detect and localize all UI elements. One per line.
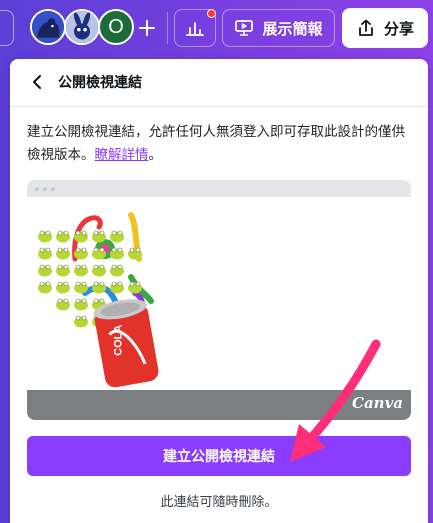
frog-eye bbox=[81, 315, 87, 321]
share-label: 分享 bbox=[383, 19, 414, 38]
frog-eye bbox=[75, 298, 81, 304]
frog-eye bbox=[93, 247, 99, 253]
frog-eye bbox=[111, 281, 117, 287]
notification-dot bbox=[207, 9, 216, 18]
frog-eye bbox=[57, 264, 63, 270]
plus-icon bbox=[139, 20, 155, 36]
present-button[interactable]: 展示簡報 bbox=[222, 9, 335, 47]
add-collaborator-button[interactable] bbox=[132, 13, 162, 43]
back-button[interactable] bbox=[24, 69, 50, 95]
avatar-rabbit[interactable] bbox=[64, 9, 100, 45]
panel-description: 建立公開檢視連結，允許任何人無須登入即可存取此設計的僅供檢視版本。瞭解詳情。 bbox=[27, 121, 415, 167]
frog-eye bbox=[75, 281, 81, 287]
preview-footer: Canva bbox=[27, 390, 411, 420]
create-public-link-button[interactable]: 建立公開檢視連結 bbox=[27, 436, 411, 476]
avatar-o-letter: O bbox=[108, 15, 124, 38]
topbar-separator bbox=[167, 12, 168, 44]
frog-eye bbox=[135, 281, 141, 287]
frog-eye bbox=[111, 264, 117, 270]
description-text: 建立公開檢視連結，允許任何人無須登入即可存取此設計的僅供檢視版本。 bbox=[27, 124, 405, 163]
frog-eye bbox=[99, 281, 105, 287]
frog-eye bbox=[57, 298, 63, 304]
frog-eye bbox=[63, 230, 69, 236]
bear-avatar-image bbox=[32, 11, 64, 43]
frog-eye bbox=[111, 230, 117, 236]
design-preview: COLA Canva bbox=[27, 180, 411, 420]
menu-edge-button[interactable] bbox=[0, 10, 14, 46]
browser-dot bbox=[35, 187, 39, 191]
frog-eye bbox=[75, 230, 81, 236]
frog-eye bbox=[45, 264, 51, 270]
frog-eye bbox=[93, 298, 99, 304]
preview-browser-bar bbox=[27, 180, 411, 197]
frog-eye bbox=[63, 264, 69, 270]
frog-eye bbox=[93, 230, 99, 236]
rabbit-avatar-image bbox=[66, 11, 98, 43]
frog-eye bbox=[39, 264, 45, 270]
frog-eye bbox=[45, 247, 51, 253]
frog-eye bbox=[81, 281, 87, 287]
frog-eye bbox=[63, 298, 69, 304]
header-divider bbox=[10, 106, 428, 107]
link-delete-note: 此連結可隨時刪除。 bbox=[160, 495, 278, 510]
description-period: 。 bbox=[148, 147, 163, 163]
frog-eye bbox=[93, 264, 99, 270]
frog-eye bbox=[117, 281, 123, 287]
share-upload-icon bbox=[359, 19, 373, 36]
presentation-icon bbox=[235, 20, 254, 36]
share-button[interactable]: 分享 bbox=[342, 8, 428, 48]
frog-eye bbox=[81, 247, 87, 253]
frog-eye bbox=[45, 230, 51, 236]
frog-eye bbox=[99, 264, 105, 270]
public-view-link-panel: 公開檢視連結 建立公開檢視連結，允許任何人無須登入即可存取此設計的僅供檢視版本。… bbox=[10, 59, 428, 523]
frog-eye bbox=[117, 247, 123, 253]
frog-eye bbox=[117, 230, 123, 236]
browser-dot bbox=[43, 187, 47, 191]
svg-text:COLA: COLA bbox=[112, 325, 124, 356]
frog-eye bbox=[81, 230, 87, 236]
frog-eye bbox=[99, 247, 105, 253]
frog-eye bbox=[39, 247, 45, 253]
frog-eye bbox=[57, 281, 63, 287]
panel-header: 公開檢視連結 bbox=[10, 59, 428, 107]
frog-eye bbox=[45, 281, 51, 287]
frog-eye bbox=[99, 298, 105, 304]
frog-eye bbox=[75, 264, 81, 270]
frog-eye bbox=[111, 247, 117, 253]
frog-eye bbox=[63, 247, 69, 253]
frog-eye bbox=[81, 298, 87, 304]
frog-eye bbox=[75, 315, 81, 321]
canva-logo: Canva bbox=[352, 394, 403, 412]
learn-more-link[interactable]: 瞭解詳情 bbox=[95, 147, 149, 163]
frog-eye bbox=[135, 247, 141, 253]
frog-eye bbox=[117, 264, 123, 270]
frog-eye bbox=[39, 281, 45, 287]
frog-eye bbox=[57, 247, 63, 253]
insights-button[interactable] bbox=[174, 9, 216, 47]
frogs-and-cola-illustration: COLA bbox=[38, 212, 159, 388]
frog-eye bbox=[129, 281, 135, 287]
bar-chart-icon bbox=[186, 22, 204, 36]
frog-eye bbox=[93, 281, 99, 287]
frog-eye bbox=[81, 264, 87, 270]
frog-eye bbox=[57, 230, 63, 236]
frog-eye bbox=[75, 247, 81, 253]
frog-eye bbox=[39, 230, 45, 236]
frog-eye bbox=[99, 230, 105, 236]
panel-title: 公開檢視連結 bbox=[58, 75, 142, 91]
preview-design-image: COLA bbox=[27, 197, 411, 390]
frog-eye bbox=[129, 247, 135, 253]
frog-eye bbox=[63, 281, 69, 287]
avatar-bear[interactable] bbox=[30, 9, 66, 45]
avatar-o[interactable]: O bbox=[98, 9, 134, 45]
editor-top-bar: O 展示簡報 分享 bbox=[0, 0, 433, 58]
chevron-left-icon bbox=[33, 75, 41, 89]
present-label: 展示簡報 bbox=[262, 19, 323, 38]
browser-dot bbox=[51, 187, 55, 191]
